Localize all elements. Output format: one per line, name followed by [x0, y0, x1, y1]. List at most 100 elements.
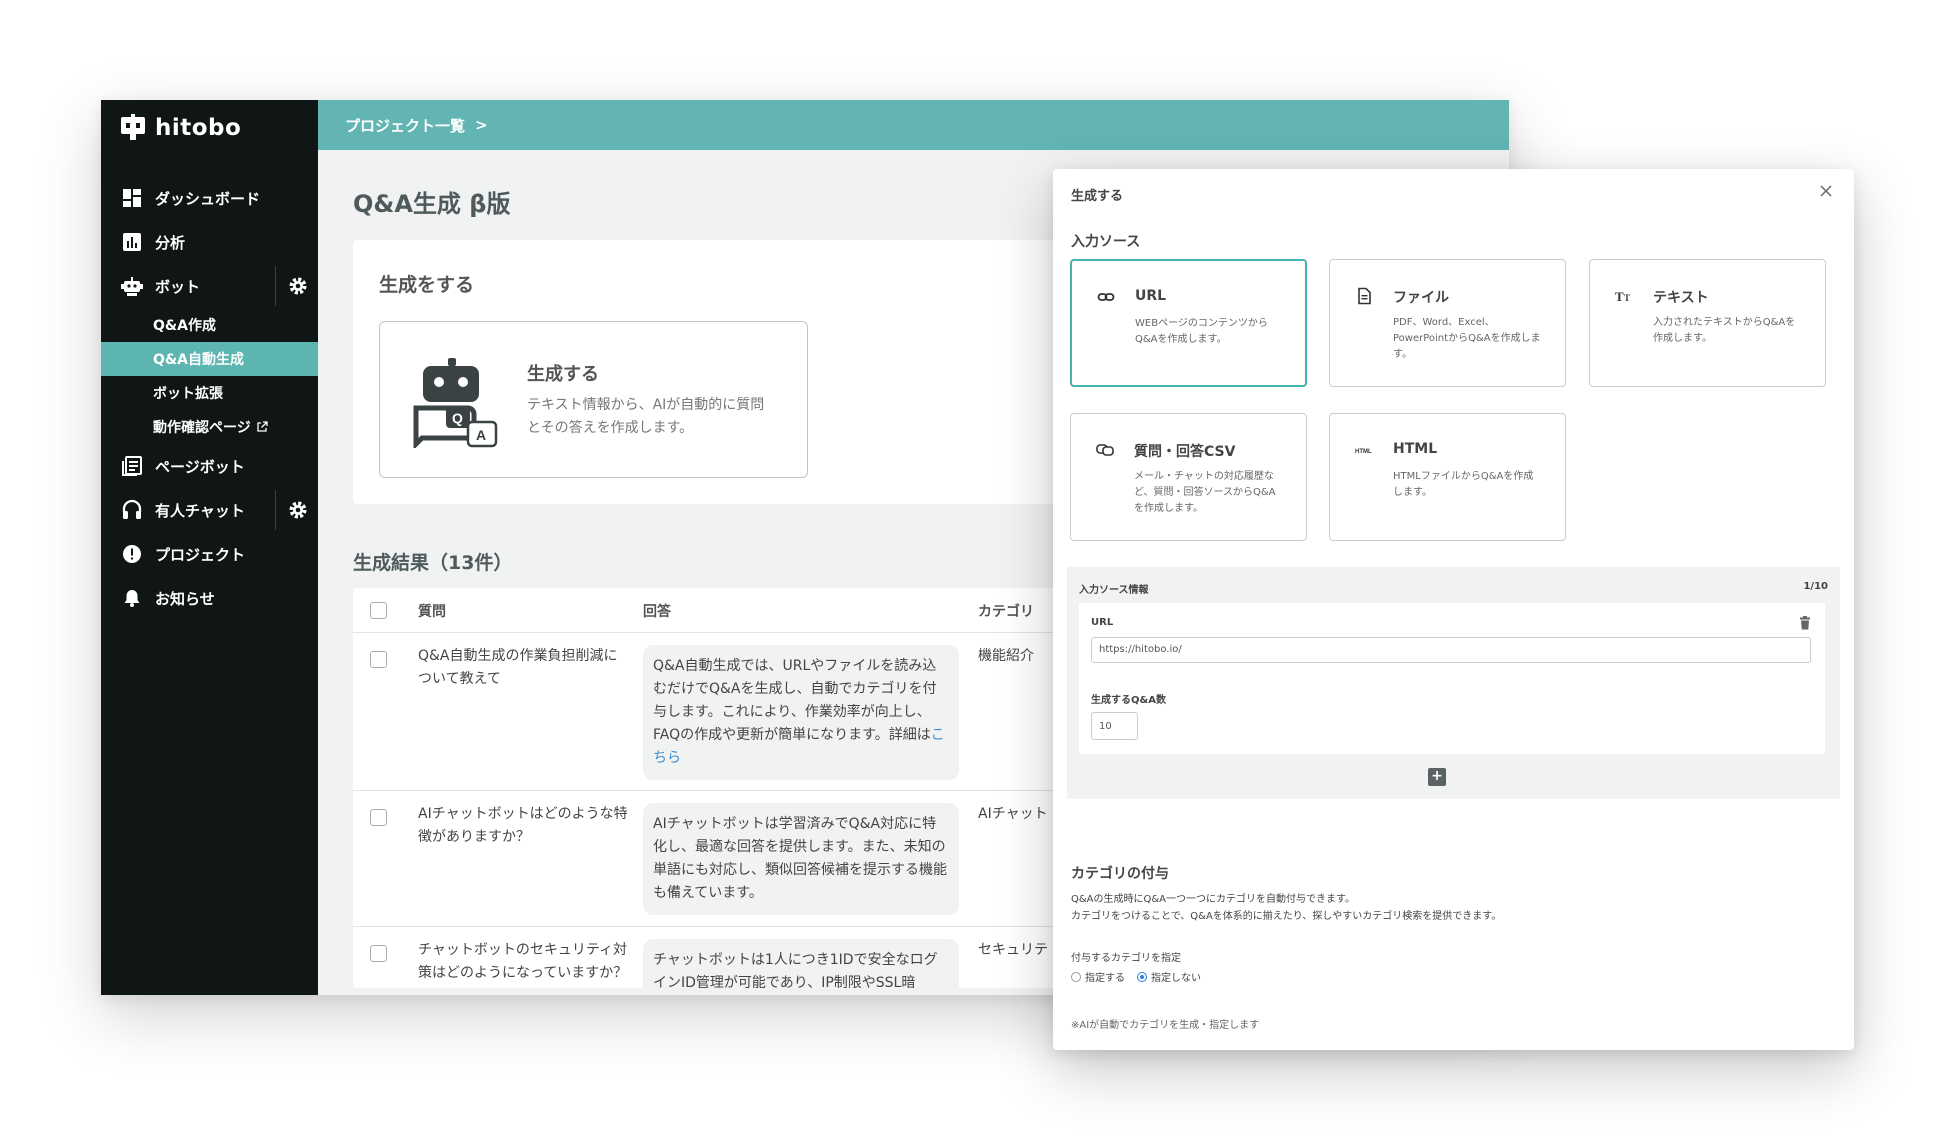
svg-text:T: T: [1615, 289, 1624, 304]
source-option-text[interactable]: TT テキスト 入力されたテキストからQ&Aを作成します。: [1589, 259, 1826, 387]
robot-qa-icon: Q A: [412, 358, 498, 451]
sidebar-item-label: お知らせ: [155, 589, 215, 608]
question-cell: チャットボットのセキュリティ対策はどのようになっていますか？: [418, 942, 628, 981]
source-title: テキスト: [1653, 290, 1709, 306]
sidebar-item-pagebot[interactable]: ページボット: [101, 444, 318, 488]
sidebar-item-label: ページボット: [155, 457, 245, 476]
table-row[interactable]: AIチャットボットはどのような特徴がありますか？ AIチャットボットは学習済みで…: [353, 791, 1153, 927]
sidebar-nav: ダッシュボード 分析 ボット Q&A作成 Q&A自動生成 ボット拡張 動作確認ペ…: [101, 176, 318, 620]
question-cell: AIチャットボットはどのような特徴がありますか？: [418, 806, 628, 845]
column-header-answer: 回答: [643, 604, 671, 620]
source-option-html[interactable]: HTML HTML HTMLファイルからQ&Aを作成します。: [1329, 413, 1566, 541]
radio-specify[interactable]: 指定する: [1071, 969, 1125, 984]
generate-button-card[interactable]: Q A 生成する テキスト情報から、AIが自動的に質問とその答えを作成します。: [379, 321, 808, 478]
radio-circle[interactable]: [1071, 971, 1081, 982]
sidebar-subitem-bot-extension[interactable]: ボット拡張: [101, 376, 318, 410]
category-desc-line: カテゴリをつけることで、Q&Aを体系的に揃えたり、探しやすいカテゴリ検索を提供で…: [1071, 911, 1502, 922]
row-checkbox[interactable]: [370, 809, 387, 826]
radio-label: 指定する: [1085, 973, 1125, 984]
sidebar-item-label: ダッシュボード: [155, 189, 261, 208]
logo[interactable]: hitobo: [119, 114, 241, 142]
url-input[interactable]: https://hitobo.io/: [1091, 637, 1811, 663]
input-source-label: 入力ソース: [1071, 234, 1141, 250]
breadcrumb-project-list[interactable]: プロジェクト一覧: [345, 115, 465, 136]
source-desc: WEBページのコンテンツからQ&Aを作成します。: [1135, 318, 1268, 345]
radio-not-specify[interactable]: 指定しない: [1137, 969, 1201, 984]
sidebar-item-live-chat[interactable]: 有人チャット: [101, 488, 318, 532]
file-icon: [1355, 287, 1373, 305]
column-header-question: 質問: [418, 604, 446, 620]
page-title: Q&A生成 β版: [353, 190, 511, 218]
svg-text:A: A: [476, 427, 486, 443]
close-icon[interactable]: [1816, 181, 1836, 201]
divider: [275, 490, 276, 530]
generate-modal: 生成する 入力ソース URL WEBページのコンテンツからQ&Aを作成します。 …: [1053, 169, 1854, 1050]
table-row[interactable]: チャットボットのセキュリティ対策はどのようになっていますか？ チャットボットは1…: [353, 927, 1153, 988]
answer-cell: チャットボットは1人につき1IDで安全なログインID管理が可能であり、IP制限や…: [643, 939, 959, 988]
sidebar-subitem-qa-autogen[interactable]: Q&A自動生成: [101, 342, 318, 376]
qa-count-label: 生成するQ&A数: [1091, 695, 1166, 706]
source-desc: メール・チャットの対応履歴など、質問・回答ソースからQ&Aを作成します。: [1134, 471, 1276, 514]
category-cell: 機能紹介: [978, 648, 1034, 664]
pagebot-icon: [121, 455, 143, 477]
answer-cell: AIチャットボットは学習済みでQ&A対応に特化し、最適な回答を提供します。また、…: [643, 803, 959, 915]
text-icon: TT: [1615, 287, 1633, 305]
radio-circle-selected[interactable]: [1137, 971, 1147, 982]
sidebar-item-analytics[interactable]: 分析: [101, 220, 318, 264]
results-table: 質問 回答 カテゴリ Q&A自動生成の作業負担削減について教えて Q&A自動生成…: [353, 588, 1153, 988]
alert-icon: [121, 543, 143, 565]
sidebar-item-dashboard[interactable]: ダッシュボード: [101, 176, 318, 220]
bot-icon: [121, 275, 143, 297]
sidebar-subitem-preview-page[interactable]: 動作確認ページ: [101, 410, 318, 444]
sidebar-item-bot[interactable]: ボット: [101, 264, 318, 308]
answer-cell: Q&A自動生成では、URLやファイルを読み込むだけでQ&Aを生成し、自動でカテゴ…: [643, 645, 959, 780]
answer-text: チャットボットは1人につき1IDで安全なログインID管理が可能であり、IP制限や…: [653, 952, 938, 988]
add-source-button[interactable]: +: [1428, 768, 1446, 786]
category-radio-group: 指定する 指定しない: [1071, 969, 1201, 984]
row-checkbox[interactable]: [370, 945, 387, 962]
source-title: URL: [1135, 288, 1167, 304]
chat-csv-icon: [1096, 441, 1114, 459]
url-source-entry: URL https://hitobo.io/ 生成するQ&A数 10: [1079, 603, 1825, 754]
source-option-file[interactable]: ファイル PDF、Word、Excel、PowerPointからQ&Aを作成しま…: [1329, 259, 1566, 387]
svg-text:T: T: [1624, 293, 1630, 303]
source-title: HTML: [1393, 441, 1438, 457]
generate-section: 生成をする Q A 生成する テキスト情報から、AIが自動的に質問とその答えを作…: [353, 240, 1153, 504]
category-section-title: カテゴリの付与: [1071, 866, 1169, 882]
results-title: 生成結果（13件）: [353, 552, 513, 574]
question-cell: Q&A自動生成の作業負担削減について教えて: [418, 648, 618, 687]
row-checkbox[interactable]: [370, 651, 387, 668]
source-option-csv[interactable]: 質問・回答CSV メール・チャットの対応履歴など、質問・回答ソースからQ&Aを作…: [1070, 413, 1307, 541]
category-desc-line: Q&Aの生成時にQ&A一つ一つにカテゴリを自動付与できます。: [1071, 894, 1356, 905]
source-title: 質問・回答CSV: [1134, 444, 1236, 460]
html-icon: HTML: [1355, 441, 1373, 459]
sidebar-item-label: 分析: [155, 233, 186, 252]
sidebar-subitem-label: 動作確認ページ: [153, 420, 251, 436]
source-option-url[interactable]: URL WEBページのコンテンツからQ&Aを作成します。: [1070, 259, 1307, 387]
link-icon: [1097, 288, 1115, 306]
category-description: Q&Aの生成時にQ&A一つ一つにカテゴリを自動付与できます。 カテゴリをつけるこ…: [1071, 891, 1831, 925]
analytics-icon: [121, 231, 143, 253]
sidebar-item-project[interactable]: プロジェクト: [101, 532, 318, 576]
generate-card-desc: テキスト情報から、AIが自動的に質問とその答えを作成します。: [527, 397, 765, 436]
select-all-checkbox[interactable]: [370, 602, 387, 619]
sidebar-item-label: プロジェクト: [155, 545, 246, 564]
category-spec-label: 付与するカテゴリを指定: [1071, 953, 1181, 964]
sidebar: hitobo ダッシュボード 分析 ボット Q&A作成 Q&A自動生成 ボット拡…: [101, 100, 318, 995]
category-note: ※AIが自動でカテゴリを生成・指定します: [1071, 1020, 1260, 1031]
source-desc: PDF、Word、Excel、PowerPointからQ&Aを作成します。: [1393, 317, 1541, 360]
qa-count-input[interactable]: 10: [1091, 712, 1138, 740]
dashboard-icon: [121, 187, 143, 209]
category-cell: セキュリテ: [978, 942, 1048, 958]
sidebar-item-news[interactable]: お知らせ: [101, 576, 318, 620]
trash-icon[interactable]: [1799, 615, 1811, 630]
category-cell: AIチャット: [978, 806, 1048, 822]
live-chat-settings-gear-icon[interactable]: [286, 498, 310, 522]
table-row[interactable]: Q&A自動生成の作業負担削減について教えて Q&A自動生成では、URLやファイル…: [353, 633, 1153, 791]
svg-text:HTML: HTML: [1355, 449, 1372, 455]
logo-text: hitobo: [155, 115, 242, 141]
source-desc: HTMLファイルからQ&Aを作成します。: [1393, 471, 1534, 498]
divider: [275, 266, 276, 306]
bot-settings-gear-icon[interactable]: [286, 274, 310, 298]
sidebar-subitem-qa-create[interactable]: Q&A作成: [101, 308, 318, 342]
